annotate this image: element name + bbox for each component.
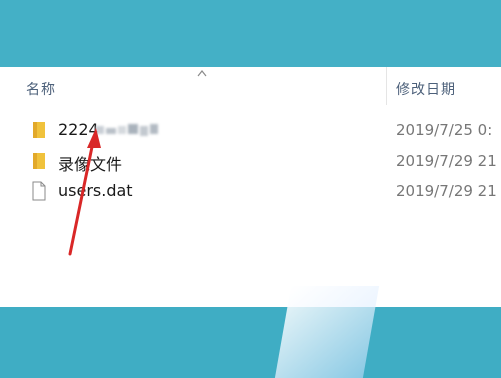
column-header-row: 名称 修改日期 bbox=[0, 67, 501, 107]
file-date: 2019/7/25 0: bbox=[396, 121, 493, 139]
column-divider[interactable] bbox=[386, 67, 387, 105]
watermark-shape bbox=[274, 286, 380, 378]
document-icon bbox=[32, 181, 46, 201]
red-annotation-arrow-icon bbox=[68, 128, 101, 256]
column-header-date-modified[interactable]: 修改日期 bbox=[396, 79, 456, 99]
top-background-band bbox=[0, 0, 501, 67]
file-date: 2019/7/29 21 bbox=[396, 152, 497, 170]
column-header-name[interactable]: 名称 bbox=[26, 79, 56, 99]
pixelated-name-part bbox=[96, 122, 162, 138]
folder-icon bbox=[33, 122, 45, 138]
bottom-background-band bbox=[0, 307, 501, 378]
folder-icon bbox=[33, 153, 45, 169]
sort-ascending-icon bbox=[197, 70, 207, 77]
file-date: 2019/7/29 21 bbox=[396, 182, 497, 200]
